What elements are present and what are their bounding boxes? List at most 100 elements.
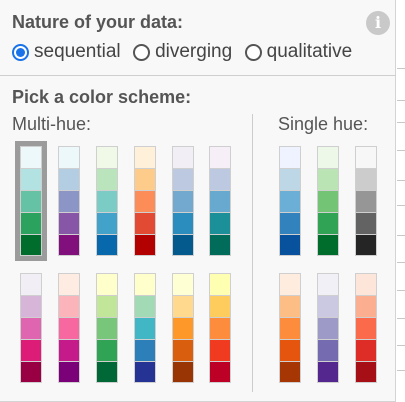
multi-hue-scheme-option[interactable] (20, 273, 42, 383)
color-swatch (279, 361, 301, 383)
color-swatch (134, 273, 156, 295)
color-swatch (58, 339, 80, 361)
color-swatch (20, 361, 42, 383)
radio-sequential-label: sequential (34, 41, 121, 62)
color-swatch (317, 168, 339, 190)
color-swatch (20, 212, 42, 234)
multi-hue-scheme-option[interactable] (58, 273, 80, 383)
single-hue-scheme-option[interactable] (279, 273, 301, 383)
multi-hue-label: Multi-hue: (12, 114, 92, 134)
multi-hue-scheme-option[interactable] (58, 146, 80, 256)
color-swatch (355, 168, 377, 190)
multi-hue-scheme-option[interactable] (15, 141, 47, 261)
color-swatch (58, 234, 80, 256)
color-swatch (355, 212, 377, 234)
color-swatch (134, 212, 156, 234)
color-swatch (279, 168, 301, 190)
color-swatch (355, 146, 377, 168)
single-hue-scheme-option[interactable] (317, 273, 339, 383)
color-swatch (279, 146, 301, 168)
color-swatch (172, 273, 194, 295)
color-swatch (134, 317, 156, 339)
edge-tick (397, 318, 405, 319)
color-swatch (58, 273, 80, 295)
color-swatch (317, 317, 339, 339)
color-swatch (172, 317, 194, 339)
color-swatch (209, 317, 231, 339)
data-nature-radio-group: sequential diverging qualitative (12, 41, 360, 67)
radio-diverging-circle[interactable] (133, 43, 151, 61)
info-icon[interactable]: i (366, 11, 390, 35)
edge-tick (397, 205, 405, 206)
edge-tick (397, 122, 405, 123)
radio-qualitative-circle[interactable] (244, 43, 262, 61)
radio-diverging-label: diverging (155, 41, 233, 62)
multi-hue-scheme-option[interactable] (96, 273, 118, 383)
color-swatch (279, 273, 301, 295)
color-swatch (355, 361, 377, 383)
multi-hue-scheme-option[interactable] (209, 146, 231, 256)
color-swatch (134, 146, 156, 168)
color-swatch (20, 234, 42, 256)
color-swatch (355, 339, 377, 361)
color-swatch (317, 339, 339, 361)
color-swatch (209, 273, 231, 295)
color-swatch (355, 317, 377, 339)
radio-qualitative-label: qualitative (266, 41, 353, 62)
edge-tick (397, 68, 405, 69)
color-swatch (279, 295, 301, 317)
color-swatch (279, 339, 301, 361)
single-hue-label: Single hue: (278, 114, 369, 134)
edge-tick (397, 100, 405, 101)
multi-hue-scheme-option[interactable] (209, 273, 231, 383)
multi-hue-scheme-option[interactable] (134, 273, 156, 383)
color-swatch (209, 234, 231, 256)
color-swatch (134, 339, 156, 361)
radio-sequential-circle[interactable] (12, 43, 29, 61)
color-scheme-panel: Nature of your data: i sequential diverg… (0, 0, 396, 402)
radio-sequential[interactable]: sequential (12, 41, 121, 63)
color-swatch (355, 234, 377, 256)
color-swatch (96, 212, 118, 234)
color-swatch (317, 212, 339, 234)
color-swatch (20, 146, 42, 168)
color-swatch (20, 168, 42, 190)
multi-hue-scheme-option[interactable] (172, 146, 194, 256)
color-swatch (172, 339, 194, 361)
multi-hue-scheme-option[interactable] (96, 146, 118, 256)
single-hue-scheme-option[interactable] (355, 273, 377, 383)
color-swatch (20, 339, 42, 361)
color-swatch (317, 273, 339, 295)
color-swatch (279, 190, 301, 212)
edge-tick (397, 345, 405, 346)
color-swatch (96, 146, 118, 168)
radio-diverging[interactable]: diverging (133, 41, 232, 63)
color-swatch (172, 295, 194, 317)
single-hue-scheme-option[interactable] (317, 146, 339, 256)
color-swatch (134, 168, 156, 190)
radio-qualitative[interactable]: qualitative (244, 41, 353, 63)
color-swatch (96, 361, 118, 383)
color-swatch (279, 317, 301, 339)
color-swatch (172, 190, 194, 212)
edge-tick (397, 262, 405, 263)
color-swatch (58, 317, 80, 339)
section-divider (0, 75, 396, 76)
multi-hue-scheme-option[interactable] (172, 273, 194, 383)
color-swatch (355, 295, 377, 317)
color-swatch (96, 317, 118, 339)
color-swatch (96, 234, 118, 256)
color-swatch (209, 339, 231, 361)
page-edge-strip (397, 0, 405, 402)
color-swatch (279, 212, 301, 234)
single-hue-scheme-option[interactable] (355, 146, 377, 256)
color-swatch (209, 190, 231, 212)
color-swatch (172, 361, 194, 383)
color-swatch (96, 295, 118, 317)
color-swatch (279, 234, 301, 256)
color-swatch (209, 295, 231, 317)
color-swatch (172, 212, 194, 234)
color-swatch (134, 234, 156, 256)
single-hue-scheme-option[interactable] (279, 146, 301, 256)
multi-hue-scheme-option[interactable] (134, 146, 156, 256)
